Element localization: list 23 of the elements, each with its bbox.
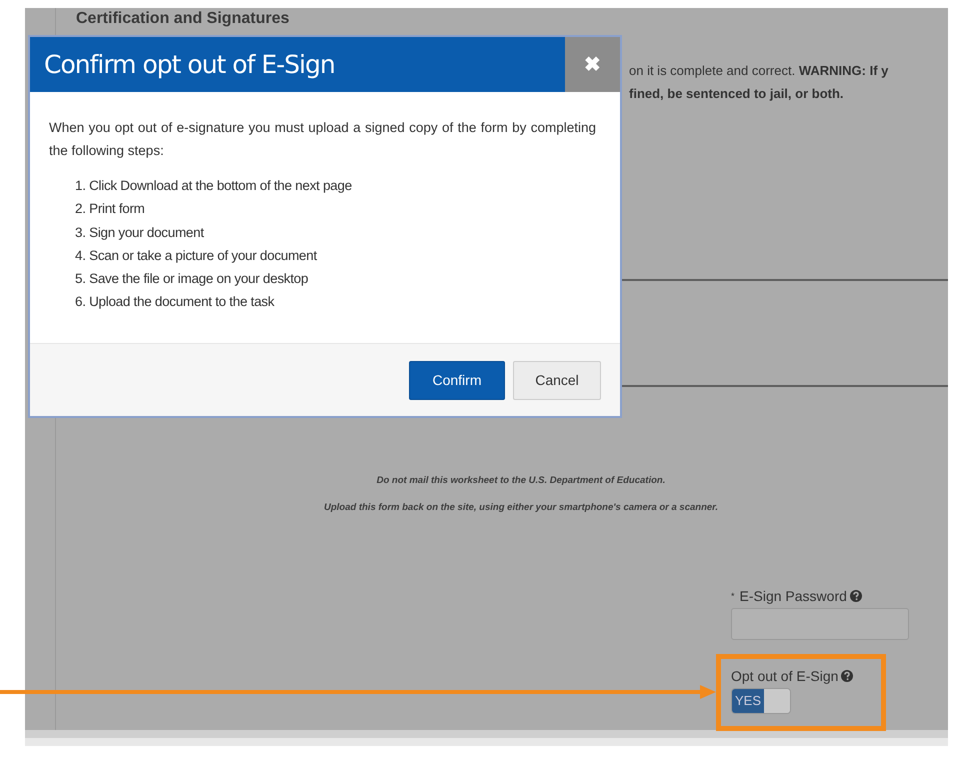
step-item: 3. Sign your document (75, 224, 205, 242)
confirm-button[interactable]: Confirm (409, 360, 505, 400)
close-button[interactable]: ✖ (565, 37, 620, 92)
step-item: 5. Save the file or image on your desktop (75, 270, 310, 288)
step-item: 6. Upload the document to the task (75, 293, 276, 312)
instruction-note: Upload this form back on the site, using either your smartphone's camera or a scanner. (323, 502, 719, 513)
warning-text: fined, be sentenced to jail, or both. (629, 85, 845, 103)
warning-text: on it is complete and correct. WARNING: If y (629, 62, 890, 80)
instruction-note: Do not mail this worksheet to the U.S. Department of Education. (376, 475, 666, 486)
opt-out-toggle[interactable]: YES (731, 688, 791, 714)
help-icon[interactable] (850, 590, 862, 602)
dialog-message: When you opt out of e-signature you must upload a signed copy of the form by completing the following steps: (49, 119, 596, 160)
step-item: 2. Print form (75, 200, 146, 218)
opt-out-label: Opt out of E-Sign (731, 668, 838, 684)
help-icon[interactable] (841, 670, 854, 682)
password-field[interactable] (731, 608, 909, 640)
step-item: 4. Scan or take a picture of your document (75, 246, 318, 265)
required-mark: * (731, 591, 735, 601)
password-label: E-Sign Password (740, 588, 847, 604)
step-item: 1. Click Download at the bottom of the next page (75, 177, 353, 195)
section-heading: Certification and Signatures (75, 9, 290, 28)
cancel-button[interactable]: Cancel (513, 360, 601, 400)
dialog-title: Confirm opt out of E-Sign (30, 37, 565, 92)
